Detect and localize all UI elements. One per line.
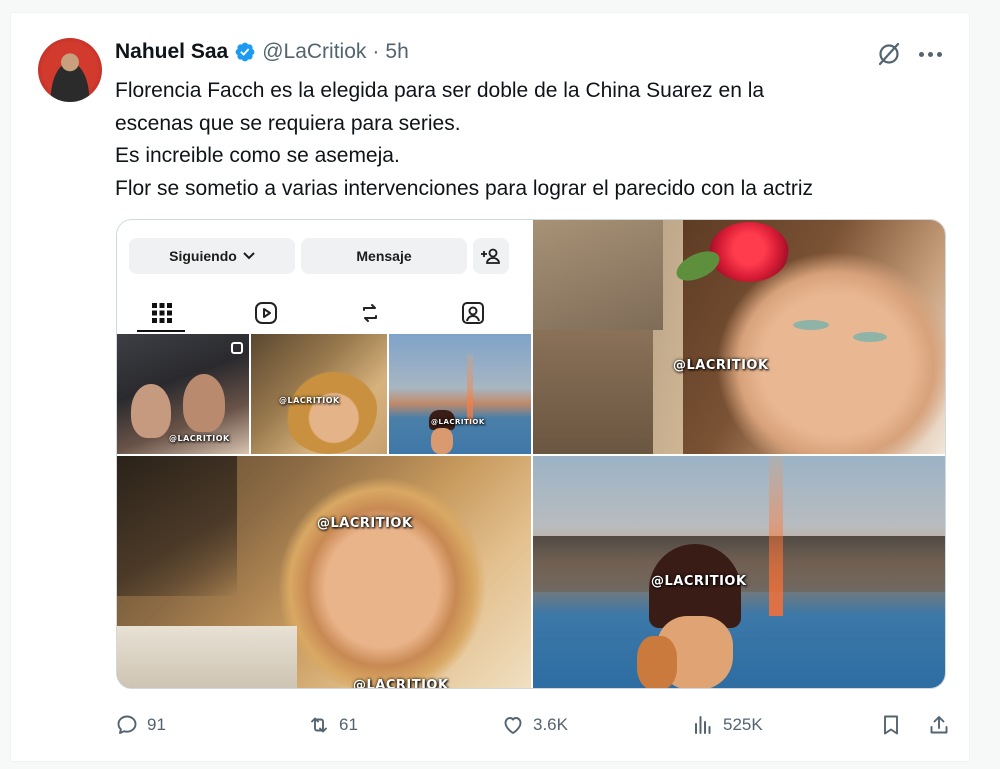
watermark: @LACRITIOK <box>431 418 485 426</box>
reply-button[interactable]: 91 <box>115 707 166 743</box>
grid-icon <box>152 303 172 323</box>
views-button[interactable]: 525K <box>691 707 763 743</box>
media-instagram-screenshot[interactable]: Siguiendo Mensaje @LACRITIOK @LACRITIOK … <box>117 220 531 454</box>
views-count: 525K <box>723 715 763 734</box>
tweet-time[interactable]: 5h <box>385 40 408 64</box>
watermark: @LACRITIOK <box>279 396 340 405</box>
verified-badge-icon <box>235 42 255 62</box>
action-bar: 91 61 3.6K 525K <box>115 707 955 743</box>
tweet-text-line: Florencia Facch es la elegida para ser d… <box>115 79 765 102</box>
following-label: Siguiendo <box>169 248 237 264</box>
tweet-header: Nahuel Saa @LaCritiok · 5h <box>115 37 409 67</box>
media-photo-beanie[interactable]: @LACRITIOK <box>533 456 945 688</box>
ig-thumbnail: @LACRITIOK <box>251 334 387 454</box>
reels-icon <box>255 302 277 324</box>
reply-icon <box>117 715 137 734</box>
tweet-text-line: Flor se sometio a varias intervenciones … <box>115 176 813 200</box>
message-button: Mensaje <box>301 238 467 274</box>
repost-icon <box>311 717 327 733</box>
share-icon[interactable] <box>927 713 951 737</box>
instagram-tabs <box>117 292 531 334</box>
following-button: Siguiendo <box>129 238 295 274</box>
more-options-icon[interactable] <box>919 47 945 61</box>
media-grid[interactable]: Siguiendo Mensaje @LACRITIOK @LACRITIOK … <box>116 219 946 689</box>
watermark: @LACRITIOK <box>651 574 747 589</box>
tweet-text: Florencia Facch es la elegida para ser d… <box>115 75 955 205</box>
tweet-card[interactable]: Nahuel Saa @LaCritiok · 5h Florencia Fac… <box>10 12 970 762</box>
media-photo-rose[interactable]: @LACRITIOK <box>533 220 945 454</box>
ig-thumbnail: @LACRITIOK <box>389 334 531 454</box>
avatar[interactable] <box>38 38 102 102</box>
display-name[interactable]: Nahuel Saa <box>115 40 228 64</box>
ig-thumbnail: @LACRITIOK <box>117 334 249 454</box>
tweet-text-line: Es increible como se asemeja. <box>115 144 400 167</box>
heart-icon <box>504 717 522 734</box>
reply-count: 91 <box>147 715 166 734</box>
bookmark-icon[interactable] <box>879 713 903 737</box>
active-tab-indicator <box>137 330 185 332</box>
like-count: 3.6K <box>533 715 568 734</box>
watermark: @LACRITIOK <box>169 434 230 443</box>
media-photo-blonde[interactable]: @LACRITIOK @LACRITIOK <box>117 456 531 689</box>
chevron-down-icon <box>243 252 255 260</box>
repost-count: 61 <box>339 715 358 734</box>
add-user-icon <box>481 248 500 264</box>
repost-button[interactable]: 61 <box>307 707 358 743</box>
like-button[interactable]: 3.6K <box>501 707 568 743</box>
analytics-icon <box>695 716 711 734</box>
add-user-button <box>473 238 509 274</box>
user-handle[interactable]: @LaCritiok <box>262 40 366 64</box>
separator-dot: · <box>372 40 380 63</box>
grok-icon[interactable] <box>875 40 903 68</box>
watermark: @LACRITIOK <box>673 358 769 373</box>
watermark: @LACRITIOK <box>353 678 449 689</box>
tweet-text-line: escenas que se requiera para series. <box>115 111 461 135</box>
watermark: @LACRITIOK <box>317 516 413 531</box>
message-label: Mensaje <box>356 248 412 264</box>
tagged-icon <box>462 302 484 324</box>
repost-tab-icon <box>363 304 377 322</box>
